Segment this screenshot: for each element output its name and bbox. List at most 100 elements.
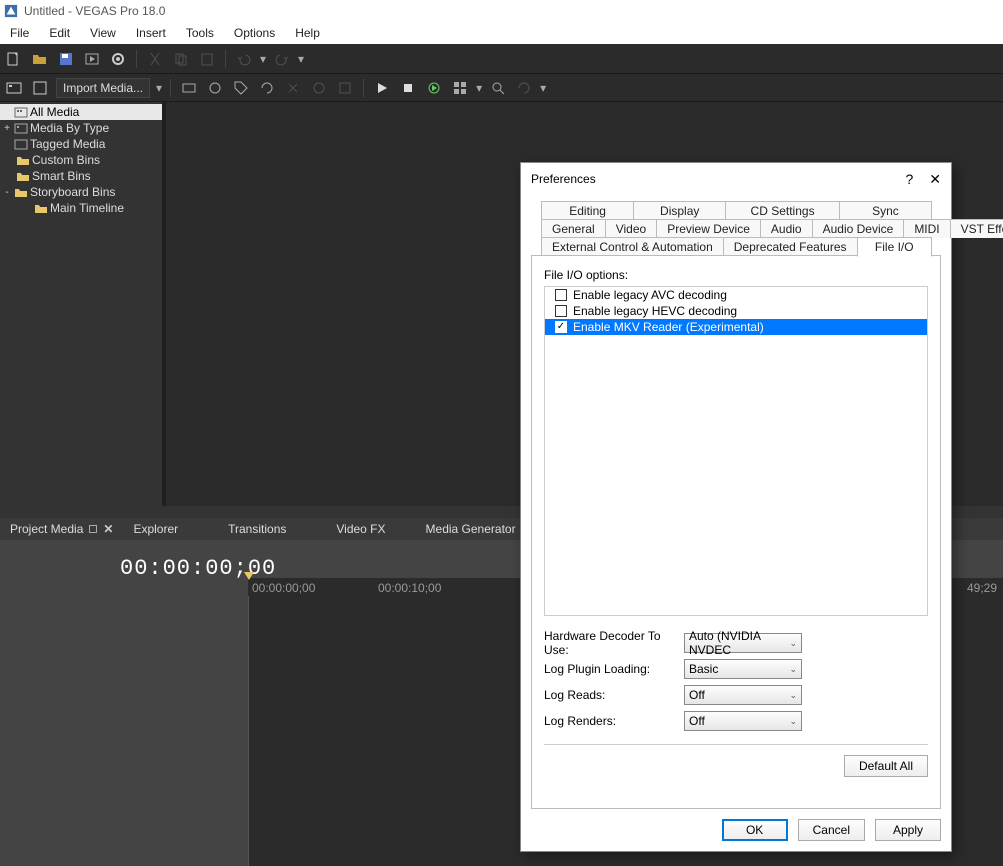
refresh-icon[interactable] — [257, 78, 277, 98]
tree-item-main-timeline[interactable]: Main Timeline — [0, 200, 162, 216]
view-dropdown-icon[interactable]: ▾ — [476, 81, 482, 95]
redo-dropdown-icon[interactable]: ▾ — [298, 52, 304, 66]
tab-label: Media Generator — [426, 522, 516, 536]
new-project-icon[interactable] — [4, 49, 24, 69]
import-dropdown-icon[interactable]: ▾ — [156, 81, 162, 95]
cancel-button[interactable]: Cancel — [798, 819, 865, 841]
log-renders-select[interactable]: Off ⌄ — [684, 711, 802, 731]
tag-icon[interactable] — [231, 78, 251, 98]
play-icon[interactable] — [372, 78, 392, 98]
log-reads-select[interactable]: Off ⌄ — [684, 685, 802, 705]
close-icon[interactable]: ✕ — [929, 171, 941, 188]
undo-dropdown-icon[interactable]: ▾ — [260, 52, 266, 66]
dialog-tabs: Editing Display CD Settings Sync General… — [531, 195, 941, 256]
history-dropdown-icon[interactable]: ▾ — [540, 81, 546, 95]
menu-insert[interactable]: Insert — [126, 23, 176, 43]
tree-label: All Media — [30, 105, 79, 119]
select-value: Off — [689, 714, 705, 728]
field-hardware-decoder: Hardware Decoder To Use: Auto (NVIDIA NV… — [544, 630, 928, 656]
tab-external-control[interactable]: External Control & Automation — [541, 237, 724, 256]
tree-expander-icon[interactable]: + — [2, 123, 12, 134]
stop-icon[interactable] — [398, 78, 418, 98]
tab-video-fx[interactable]: Video FX — [326, 519, 395, 539]
close-icon[interactable]: ✕ — [103, 522, 113, 536]
playhead-icon[interactable] — [244, 572, 254, 580]
paste-icon — [197, 49, 217, 69]
field-label: Log Plugin Loading: — [544, 662, 684, 676]
tab-project-media[interactable]: Project Media ✕ — [0, 519, 123, 539]
render-icon[interactable] — [82, 49, 102, 69]
log-plugin-select[interactable]: Basic ⌄ — [684, 659, 802, 679]
tab-explorer[interactable]: Explorer — [123, 519, 188, 539]
tree-item-smart-bins[interactable]: Smart Bins — [0, 168, 162, 184]
import-media-button[interactable]: Import Media... — [56, 78, 150, 98]
tree-item-all-media[interactable]: All Media — [0, 104, 162, 120]
import-icon[interactable] — [30, 78, 50, 98]
open-icon[interactable] — [30, 49, 50, 69]
menu-file[interactable]: File — [0, 23, 39, 43]
dialog-titlebar[interactable]: Preferences ? ✕ — [521, 163, 951, 195]
tree-item-custom-bins[interactable]: Custom Bins — [0, 152, 162, 168]
save-icon[interactable] — [56, 49, 76, 69]
dialog-title: Preferences — [531, 172, 596, 186]
checkbox[interactable] — [555, 305, 567, 317]
tree-item-storyboard-bins[interactable]: - Storyboard Bins — [0, 184, 162, 200]
tree-item-tagged-media[interactable]: Tagged Media — [0, 136, 162, 152]
tab-audio[interactable]: Audio — [760, 219, 813, 238]
ruler-mark: 49;29 — [967, 581, 997, 595]
tab-deprecated[interactable]: Deprecated Features — [723, 237, 858, 256]
tree-label: Tagged Media — [30, 137, 105, 151]
option-legacy-avc[interactable]: Enable legacy AVC decoding — [545, 287, 927, 303]
tab-video[interactable]: Video — [605, 219, 657, 238]
media-icon[interactable] — [4, 78, 24, 98]
window-title: Untitled - VEGAS Pro 18.0 — [24, 4, 165, 18]
tab-midi[interactable]: MIDI — [903, 219, 950, 238]
remove-icon — [283, 78, 303, 98]
select-value: Off — [689, 688, 705, 702]
capture-icon[interactable] — [179, 78, 199, 98]
apply-button[interactable]: Apply — [875, 819, 941, 841]
tab-preview-device[interactable]: Preview Device — [656, 219, 761, 238]
properties-icon[interactable] — [108, 49, 128, 69]
tree-item-media-by-type[interactable]: + Media By Type — [0, 120, 162, 136]
track-headers — [0, 596, 248, 866]
tab-editing[interactable]: Editing — [541, 201, 634, 220]
menu-tools[interactable]: Tools — [176, 23, 224, 43]
tree-label: Main Timeline — [50, 201, 124, 215]
tab-audio-device[interactable]: Audio Device — [812, 219, 905, 238]
get-media-icon[interactable] — [205, 78, 225, 98]
menu-options[interactable]: Options — [224, 23, 285, 43]
tree-label: Media By Type — [30, 121, 109, 135]
checkbox[interactable] — [555, 289, 567, 301]
checkbox[interactable] — [555, 321, 567, 333]
tab-transitions[interactable]: Transitions — [218, 519, 296, 539]
default-all-button[interactable]: Default All — [844, 755, 928, 777]
tree-label: Smart Bins — [32, 169, 91, 183]
app-icon — [4, 4, 18, 18]
search-icon[interactable] — [488, 78, 508, 98]
tab-sync[interactable]: Sync — [839, 201, 932, 220]
menu-view[interactable]: View — [80, 23, 126, 43]
menu-help[interactable]: Help — [285, 23, 330, 43]
options-list: Enable legacy AVC decoding Enable legacy… — [544, 286, 928, 616]
help-icon[interactable]: ? — [905, 171, 913, 187]
tab-cd-settings[interactable]: CD Settings — [725, 201, 840, 220]
autostart-icon[interactable] — [424, 78, 444, 98]
menu-edit[interactable]: Edit — [39, 23, 80, 43]
tab-file-io[interactable]: File I/O — [857, 237, 933, 257]
option-label: Enable MKV Reader (Experimental) — [573, 320, 764, 334]
option-legacy-hevc[interactable]: Enable legacy HEVC decoding — [545, 303, 927, 319]
tree-expander-icon[interactable]: - — [2, 187, 12, 198]
view-icon[interactable] — [450, 78, 470, 98]
tab-display[interactable]: Display — [633, 201, 726, 220]
fx-icon — [309, 78, 329, 98]
hardware-decoder-select[interactable]: Auto (NVIDIA NVDEC ⌄ — [684, 633, 802, 653]
option-mkv-reader[interactable]: Enable MKV Reader (Experimental) — [545, 319, 927, 335]
ruler-mark: 00:00:00;00 — [252, 581, 315, 595]
tab-general[interactable]: General — [541, 219, 606, 238]
copy-icon — [171, 49, 191, 69]
restore-icon[interactable] — [89, 525, 97, 533]
tab-vst-effects[interactable]: VST Effects — [950, 219, 1003, 238]
ok-button[interactable]: OK — [722, 819, 788, 841]
preferences-dialog: Preferences ? ✕ Editing Display CD Setti… — [520, 162, 952, 852]
